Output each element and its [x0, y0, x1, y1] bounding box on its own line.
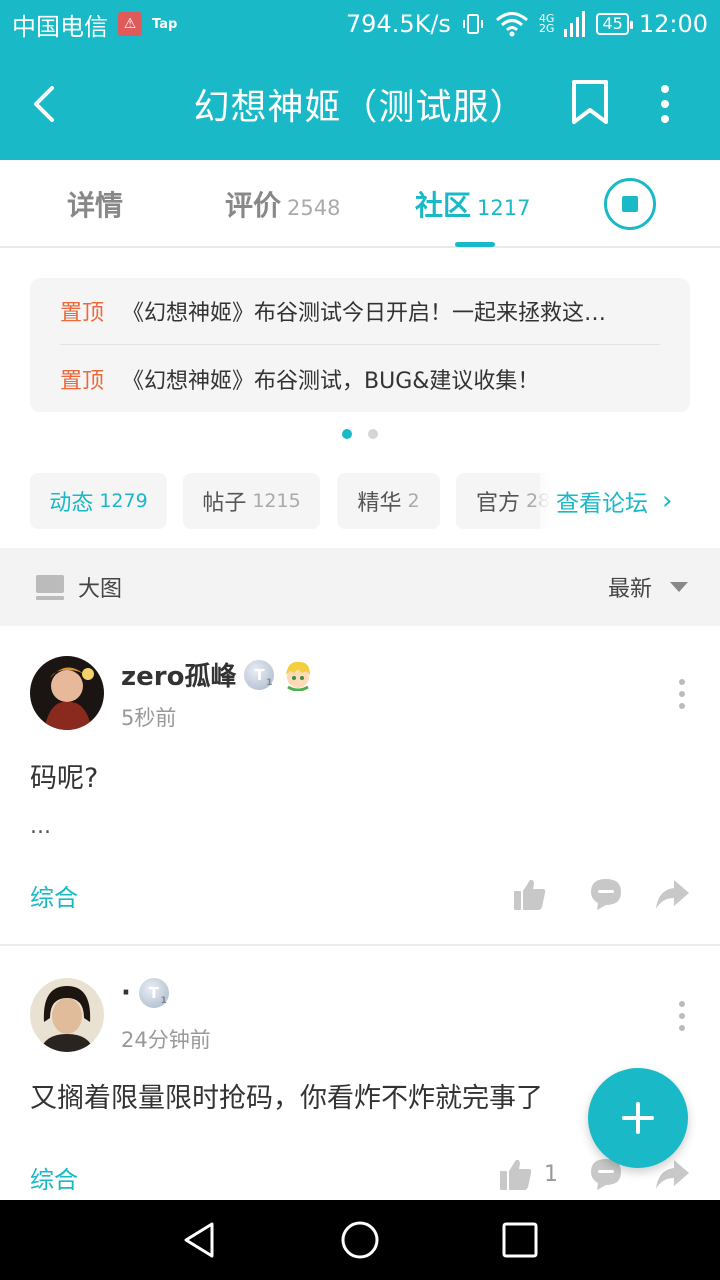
- pinned-post[interactable]: 置顶 《幻想神姬》布谷测试，BUG&建议收集！: [60, 345, 660, 412]
- carrier-label: 中国电信: [12, 12, 108, 41]
- share-icon: [656, 880, 689, 909]
- signal-icon: [564, 11, 586, 37]
- tab-reviews[interactable]: 评价 2548: [225, 184, 340, 224]
- thumbs-up-icon: [500, 1159, 532, 1190]
- comment-button[interactable]: [588, 876, 624, 912]
- post-time: 24分钟前: [121, 1028, 211, 1052]
- share-button[interactable]: [654, 876, 690, 912]
- post-category[interactable]: 综合: [30, 1160, 78, 1195]
- tab-indicator: [455, 242, 495, 247]
- view-forum-link[interactable]: 查看论坛 ›: [540, 473, 720, 529]
- tap-notification-icon: Tap: [152, 16, 178, 32]
- clock: 12:00: [638, 10, 708, 38]
- post-actions: [512, 876, 690, 912]
- like-button[interactable]: 1: [498, 1156, 558, 1192]
- like-count: 1: [544, 1161, 558, 1187]
- carousel-dot-active: [342, 429, 352, 439]
- warning-icon: ⚠: [118, 12, 142, 36]
- character-badge-icon: [286, 661, 311, 691]
- stop-icon: [622, 196, 638, 212]
- chevron-right-icon: ›: [662, 486, 673, 516]
- post-card[interactable]: zero孤峰 T1 5秒前 码呢? ... 综合: [0, 626, 720, 946]
- vibrate-icon: [462, 14, 483, 34]
- pinned-title: 《幻想神姬》布谷测试今日开启！一起来拯救这…: [122, 301, 607, 326]
- more-vertical-icon[interactable]: [672, 678, 692, 710]
- carousel-dots: [342, 429, 378, 439]
- more-vertical-icon[interactable]: [672, 1000, 692, 1032]
- username[interactable]: · T1: [121, 978, 169, 1008]
- avatar[interactable]: [30, 656, 104, 730]
- comment-icon: [591, 879, 621, 910]
- level-badge-icon: T1: [244, 659, 275, 690]
- chip-feed[interactable]: 动态 1279: [30, 473, 167, 529]
- pinned-carousel: 置顶 《幻想神姬》布谷测试今日开启！一起来拯救这… 置顶 《幻想神姬》布谷测试，…: [30, 278, 690, 412]
- pinned-title: 《幻想神姬》布谷测试，BUG&建议收集！: [122, 368, 540, 394]
- chip-featured[interactable]: 精华 2: [337, 473, 440, 529]
- post-body-more: ...: [30, 814, 51, 839]
- app-bar: 幻想神姬（测试服）: [0, 48, 720, 160]
- bookmark-icon[interactable]: [570, 78, 610, 126]
- chip-posts[interactable]: 帖子 1215: [183, 473, 320, 529]
- page-title: 幻想神姬（测试服）: [193, 87, 527, 128]
- post-body: 码呢?: [30, 763, 99, 794]
- post-time: 5秒前: [121, 706, 177, 730]
- tab-bar: 详情 评价 2548 社区 1217: [0, 160, 720, 248]
- large-view-icon[interactable]: [36, 573, 64, 601]
- nav-back-icon[interactable]: [180, 1220, 220, 1260]
- new-post-fab[interactable]: [588, 1068, 688, 1168]
- battery-indicator: 45: [596, 13, 634, 35]
- net-speed: 794.5K/s: [345, 10, 451, 38]
- nav-home-icon[interactable]: [340, 1220, 380, 1260]
- pinned-post[interactable]: 置顶 《幻想神姬》布谷测试今日开启！一起来拯救这…: [60, 278, 660, 345]
- more-vertical-icon[interactable]: [650, 82, 680, 126]
- plus-icon: [622, 1102, 654, 1134]
- avatar[interactable]: [30, 978, 104, 1052]
- sort-bar: 大图 最新: [0, 548, 720, 626]
- username[interactable]: zero孤峰 T1: [121, 656, 314, 693]
- carousel-dot: [368, 429, 378, 439]
- dropdown-arrow-icon: [670, 582, 688, 592]
- status-bar: 中国电信 ⚠ Tap 794.5K/s 4G 2G 45 12:00: [0, 0, 720, 48]
- tab-details[interactable]: 详情: [67, 184, 123, 224]
- back-arrow-icon[interactable]: [26, 82, 66, 126]
- level-badge-icon: T1: [138, 978, 169, 1008]
- tab-community[interactable]: 社区 1217: [415, 184, 530, 224]
- view-mode-label[interactable]: 大图: [78, 571, 122, 603]
- thumbs-up-icon: [514, 879, 546, 910]
- post-category[interactable]: 综合: [30, 878, 78, 913]
- like-button[interactable]: [512, 876, 558, 912]
- sort-dropdown[interactable]: 最新: [608, 571, 688, 603]
- system-nav-bar: [0, 1200, 720, 1280]
- nav-recents-icon[interactable]: [500, 1220, 540, 1260]
- post-body: 又搁着限量限时抢码，你看炸不炸就完事了: [30, 1083, 543, 1114]
- network-type: 4G 2G: [538, 12, 555, 35]
- pinned-tag: 置顶: [60, 368, 105, 394]
- wifi-icon: [495, 12, 528, 37]
- stop-record-button[interactable]: [604, 178, 656, 230]
- pinned-tag: 置顶: [60, 301, 105, 326]
